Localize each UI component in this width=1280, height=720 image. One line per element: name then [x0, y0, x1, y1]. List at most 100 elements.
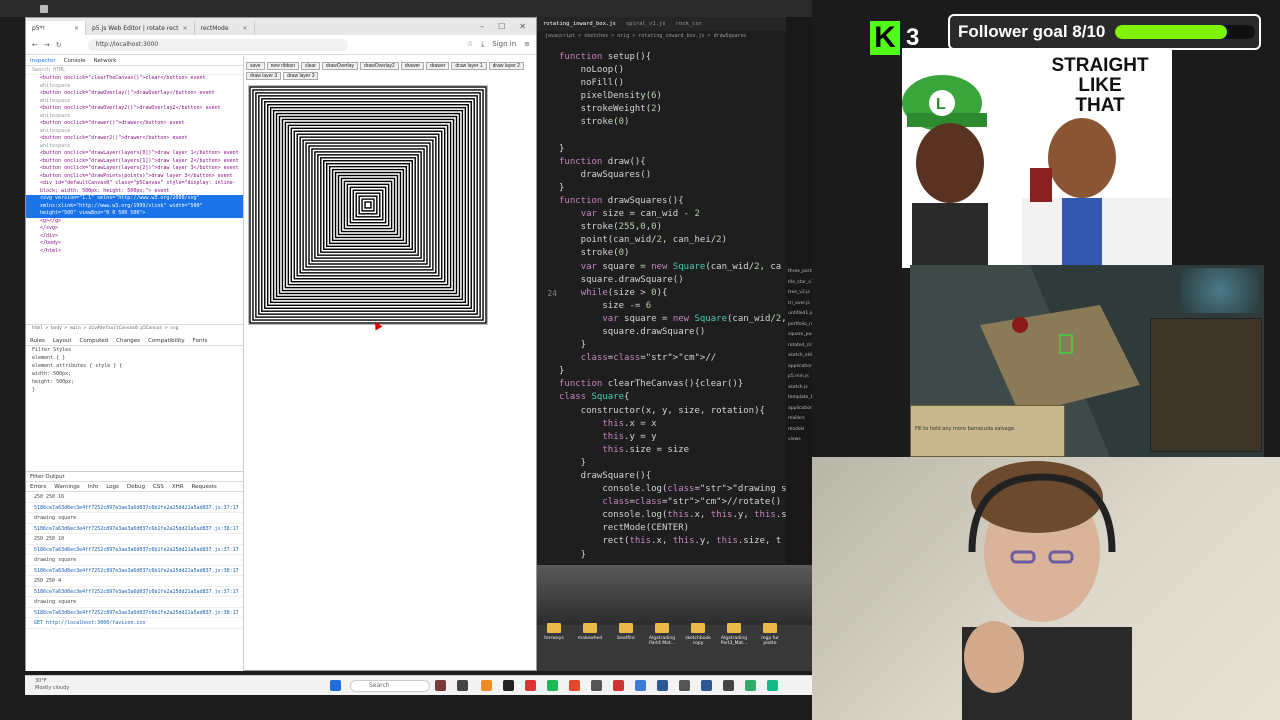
app-icon[interactable]	[457, 680, 468, 691]
code-line[interactable]: drawSquare(){	[537, 470, 787, 483]
app-icon[interactable]	[767, 680, 778, 691]
dom-node[interactable]: <button onclick="drawLayer(layers[1])">d…	[26, 158, 243, 166]
code-line[interactable]: pixelDensity(6)	[537, 90, 787, 103]
console-filter-tab[interactable]: Requests	[192, 484, 217, 490]
code-line[interactable]: size -= 6	[537, 300, 787, 313]
explorer-item[interactable]: sketch.js	[788, 383, 808, 393]
code-line[interactable]: square.drawSquare()	[537, 274, 787, 287]
console-source-link[interactable]: 5186ce7a63d6ec3e4ff7252c897e3ae3a6d037c6…	[26, 524, 243, 534]
code-line[interactable]: }	[537, 143, 787, 156]
code-line[interactable]: this.x = x	[537, 418, 787, 431]
explorer-item[interactable]: p5.min.js	[788, 372, 809, 382]
code-line[interactable]: var square = new Square(can_wid/2,	[537, 313, 787, 326]
app-icon[interactable]	[745, 680, 756, 691]
code-line[interactable]: class=class="str">"cm">//rotate()	[537, 496, 787, 509]
explorer-item[interactable]: mailers	[788, 414, 805, 424]
game-inventory[interactable]	[1150, 318, 1262, 452]
dom-node[interactable]: <button onclick="drawer()">drawer</butto…	[26, 120, 243, 128]
close-icon[interactable]: ✕	[182, 25, 187, 32]
sketch-button[interactable]: drawer	[426, 62, 450, 70]
sketch-button[interactable]: drawOverlay	[321, 62, 358, 70]
dom-node[interactable]: whitespace	[26, 113, 243, 121]
code-line[interactable]: stroke(0)	[537, 116, 787, 129]
console-source-link[interactable]: 5186ce7a63d6ec3e4ff7252c897e3ae3a6d037c6…	[26, 566, 243, 576]
code-line[interactable]: noLoop()	[537, 64, 787, 77]
taskbar-search[interactable]: Search	[350, 680, 430, 692]
tab-network[interactable]: Network	[94, 58, 117, 64]
styles-tab[interactable]: Changes	[116, 338, 140, 344]
console-source-link[interactable]: 5186ce7a63d6ec3e4ff7252c897e3ae3a6d037c6…	[26, 587, 243, 597]
browser-tab[interactable]: p5*! ✕	[26, 21, 86, 35]
code-line[interactable]: class=class="str">"cm">//	[537, 352, 787, 365]
desktop-folder[interactable]: beatfire	[611, 623, 641, 641]
code-line[interactable]: noFill()	[537, 77, 787, 90]
code-line[interactable]: function draw(){	[537, 156, 787, 169]
editor-breadcrumb[interactable]: javascript > sketches > orig > rotating_…	[537, 31, 812, 41]
code-line[interactable]: class Square{	[537, 391, 787, 404]
dom-node[interactable]: whitespace	[26, 143, 243, 151]
desktop-folder[interactable]: mgp fur plotte	[755, 623, 785, 646]
desktop-folder[interactable]: terrways	[539, 623, 569, 641]
sketch-button[interactable]: draw layer 2	[488, 62, 524, 70]
explorer-item[interactable]: views	[788, 435, 801, 445]
sketch-button[interactable]: save	[246, 62, 265, 70]
app-icon[interactable]	[613, 680, 624, 691]
forward-icon[interactable]: →	[44, 41, 50, 49]
app-icon[interactable]	[591, 680, 602, 691]
filter-styles-input[interactable]: Filter Styles	[26, 346, 243, 354]
console-filter-tab[interactable]: Warnings	[54, 484, 79, 490]
code-line[interactable]: }	[537, 339, 787, 352]
code-line[interactable]: point(can_wid/2, can_hei/2)	[537, 234, 787, 247]
app-icon[interactable]	[657, 680, 668, 691]
console-source-link[interactable]: 5186ce7a63d6ec3e4ff7252c897e3ae3a6d037c6…	[26, 503, 243, 513]
dom-node[interactable]: <g></g>	[26, 218, 243, 226]
dom-node[interactable]: xmlns:xlink="http://www.w3.org/1999/xlin…	[26, 202, 243, 210]
tab-console[interactable]: Console	[64, 58, 86, 64]
console-filter-input[interactable]: Filter Output	[30, 474, 64, 480]
sketch-button[interactable]: draw layer 3	[246, 72, 282, 80]
dom-node[interactable]: <button onclick="drawOverlay()">drawOver…	[26, 90, 243, 98]
explorer-item[interactable]: tri_over.js	[788, 299, 810, 309]
firefox-icon[interactable]	[569, 680, 580, 691]
vscode-icon[interactable]	[635, 680, 646, 691]
code-line[interactable]: function setup(){	[537, 51, 787, 64]
code-line[interactable]: rectMode(CENTER)	[537, 522, 787, 535]
app-icon[interactable]	[701, 680, 712, 691]
console-filter-tab[interactable]: CSS	[153, 484, 164, 490]
desktop-folder[interactable]: sketchbook copy	[683, 623, 713, 646]
app-icon[interactable]	[679, 680, 690, 691]
styles-tab[interactable]: Compatibility	[148, 338, 185, 344]
sketch-button[interactable]: drawer	[400, 62, 425, 70]
dom-node[interactable]: </svg>	[26, 225, 243, 233]
code-line[interactable]: }	[537, 549, 787, 562]
code-line[interactable]	[537, 130, 787, 143]
back-icon[interactable]: ←	[32, 41, 38, 49]
browser-tab[interactable]: p5.js Web Editor | rotate rect ✕	[86, 21, 195, 35]
console-filter-tab[interactable]: Debug	[127, 484, 145, 490]
app-icon[interactable]	[525, 680, 536, 691]
code-line[interactable]: var size = can_wid - 2	[537, 208, 787, 221]
code-line[interactable]: function drawSquares(){	[537, 195, 787, 208]
app-icon[interactable]	[435, 680, 446, 691]
tab-inspector[interactable]: Inspector	[30, 58, 56, 64]
browser-tab[interactable]: rectMode ✕	[195, 21, 255, 35]
console-filter-tab[interactable]: Errors	[30, 484, 46, 490]
maximize-icon[interactable]: ☐	[498, 22, 505, 31]
dom-node[interactable]: whitespace	[26, 128, 243, 136]
code-lines[interactable]: function setup(){ noLoop() noFill() pixe…	[537, 51, 787, 565]
sign-in-button[interactable]: Sign in	[492, 40, 516, 49]
editor-tab[interactable]: rock_cor	[676, 21, 703, 27]
desktop-folder[interactable]: Algotrading Part3_Mat...	[719, 623, 749, 646]
code-line[interactable]: stroke(255,0,0)	[537, 221, 787, 234]
dom-node[interactable]: </body>	[26, 240, 243, 248]
dom-node[interactable]: <button onclick="drawer2()">drawer</butt…	[26, 135, 243, 143]
dom-breadcrumb[interactable]: html > body > main > div#defaultCanvas0.…	[26, 324, 243, 332]
dom-node[interactable]: <div id="defaultCanvas0" class="p5Canvas…	[26, 180, 243, 188]
dom-node[interactable]: whitespace	[26, 98, 243, 106]
explorer-item[interactable]: untitled1.js	[788, 309, 813, 319]
console-source-link[interactable]: 5186ce7a63d6ec3e4ff7252c897e3ae3a6d037c6…	[26, 545, 243, 555]
menu-icon[interactable]: ≡	[524, 40, 530, 49]
code-line[interactable]: this.size = size	[537, 444, 787, 457]
app-icon[interactable]	[723, 680, 734, 691]
code-line[interactable]: }	[537, 457, 787, 470]
